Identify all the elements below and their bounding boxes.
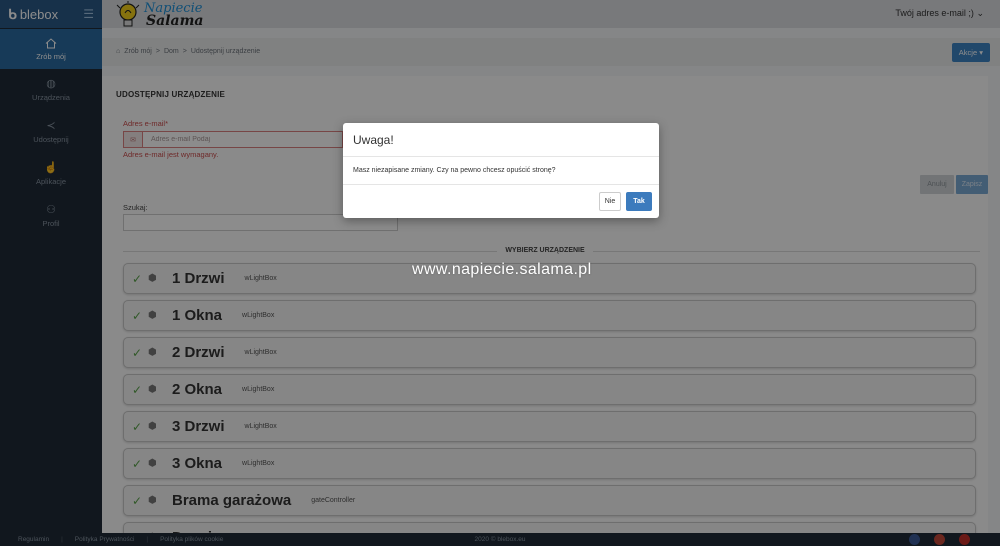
- watermark-text: www.napiecie.salama.pl: [412, 261, 592, 278]
- dialog-title: Uwaga!: [343, 123, 659, 157]
- no-button[interactable]: Nie: [599, 192, 621, 211]
- dialog-footer: Nie Tak: [343, 185, 659, 217]
- confirm-dialog: Uwaga! Masz niezapisane zmiany. Czy na p…: [343, 123, 659, 218]
- dialog-message: Masz niezapisane zmiany. Czy na pewno ch…: [343, 157, 659, 185]
- yes-button[interactable]: Tak: [626, 192, 652, 211]
